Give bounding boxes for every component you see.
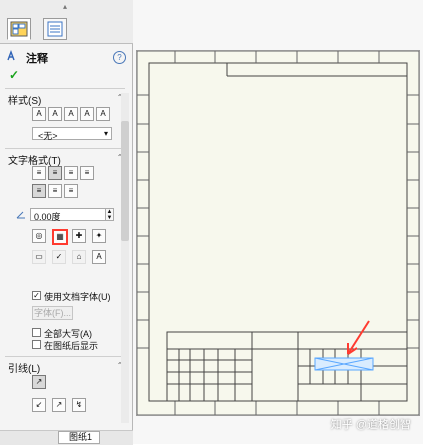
panel-title: 注释 [26, 53, 48, 65]
property-manager-icon [10, 21, 28, 37]
symbol-lock-icon: ✦ [95, 231, 103, 240]
align-right-icon: ≡ [68, 168, 74, 177]
leader-spline-icon: ↯ [75, 400, 83, 409]
disabled-icon: ✓ [55, 252, 63, 261]
disabled-tool-button: ▭ [32, 250, 46, 264]
angle-value: 0.00度 [34, 212, 61, 222]
link-icon: ◎ [35, 231, 43, 240]
section-divider [5, 88, 125, 89]
use-doc-font-checkbox[interactable]: ✓ [32, 291, 41, 300]
align-middle-icon: ≡ [52, 186, 58, 195]
align-bottom-icon: ≡ [68, 186, 74, 195]
style-update-button[interactable]: A [48, 107, 62, 121]
style-dropdown-value: <无> [38, 131, 58, 141]
drawing-sheet [136, 50, 420, 416]
vertical-align-bottom-button[interactable]: ≡ [64, 184, 78, 198]
tab-strip: ▴ [0, 0, 133, 44]
align-center-icon: ≡ [52, 168, 58, 177]
show-after-sheet-label: 在图纸后显示 [44, 341, 99, 351]
angle-spin-buttons[interactable]: ▲ ▼ [106, 208, 114, 221]
leader-spline-button[interactable]: ↯ [72, 398, 86, 412]
sheet-tab-label: 图纸1 [69, 432, 93, 442]
link-to-property-button[interactable]: ▦ [52, 229, 68, 245]
property-link-icon: ▦ [56, 232, 64, 241]
text-format-section-title: 文字格式(T) [8, 156, 61, 167]
style-add-button[interactable]: A [32, 107, 46, 121]
show-after-sheet-checkbox[interactable] [32, 340, 41, 349]
style-save-button[interactable]: A [80, 107, 94, 121]
panel-grip-icon[interactable]: ▴ [58, 3, 72, 11]
title-block-drawing [136, 50, 420, 416]
leader-style-button[interactable]: ↗ [32, 375, 46, 389]
font-button[interactable]: 字体(F)... [32, 306, 73, 320]
help-icon[interactable]: ? [113, 51, 126, 64]
leader-straight-button[interactable]: ↙ [32, 398, 46, 412]
align-justify-button[interactable]: ≡ [80, 166, 94, 180]
align-right-button[interactable]: ≡ [64, 166, 78, 180]
chevron-down-icon: ▾ [103, 129, 108, 138]
symbol-icon: ✚ [75, 231, 83, 240]
configuration-manager-icon [47, 21, 63, 37]
add-symbol-button[interactable]: ✚ [72, 229, 86, 243]
style-icon: A [84, 109, 90, 118]
style-delete-button[interactable]: A [64, 107, 78, 121]
drawing-canvas[interactable]: 知乎 @道格创智 [133, 0, 423, 444]
disabled-tool-button: ⌂ [72, 250, 86, 264]
style-icon: A [68, 109, 74, 118]
all-caps-checkbox[interactable] [32, 328, 41, 337]
style-icon: A [52, 109, 58, 118]
property-header: 注释 ? [6, 49, 126, 65]
style-icon: A [100, 109, 106, 118]
leader-straight-icon: ↙ [35, 400, 43, 409]
watermark: 知乎 @道格创智 [330, 419, 411, 431]
sheet-tab[interactable]: 图纸1 [58, 431, 100, 444]
align-left-icon: ≡ [36, 168, 42, 177]
style-load-button[interactable]: A [96, 107, 110, 121]
angle-icon [16, 211, 25, 219]
insert-link-button[interactable]: ◎ [32, 229, 46, 243]
vertical-align-top-button[interactable]: ≡ [32, 184, 46, 198]
stack-icon: A [96, 252, 102, 261]
use-doc-font-label: 使用文档字体(U) [44, 292, 111, 302]
angle-input[interactable]: 0.00度 [30, 208, 106, 222]
disabled-icon: ▭ [35, 252, 43, 261]
lock-symbol-button[interactable]: ✦ [92, 229, 106, 243]
style-section-title: 样式(S) [8, 96, 42, 107]
disabled-tool-button: ✓ [52, 250, 66, 264]
disabled-icon: ⌂ [76, 252, 82, 261]
section-divider [5, 356, 125, 357]
align-justify-icon: ≡ [84, 168, 90, 177]
stack-text-button[interactable]: A [92, 250, 106, 264]
align-top-icon: ≡ [36, 186, 42, 195]
vertical-align-middle-button[interactable]: ≡ [48, 184, 62, 198]
style-icon: A [36, 109, 42, 118]
section-divider [5, 148, 125, 149]
annotation-icon [7, 50, 15, 61]
align-center-button[interactable]: ≡ [48, 166, 62, 180]
property-panel: ▴ 注释 ? ✓ 样式(S) ⌃ A A A A A <无> ▾ 文字格式(T)… [0, 0, 133, 445]
accept-check-icon[interactable]: ✓ [9, 68, 19, 82]
leader-icon: ↗ [35, 377, 43, 386]
tab-property-manager[interactable] [7, 18, 31, 40]
panel-scrollbar-thumb[interactable] [121, 121, 129, 241]
tab-configuration-manager[interactable] [43, 18, 67, 40]
leader-section-title: 引线(L) [8, 364, 41, 375]
style-dropdown[interactable]: <无> ▾ [32, 127, 112, 141]
align-left-button[interactable]: ≡ [32, 166, 46, 180]
leader-bent-icon: ↗ [55, 400, 63, 409]
leader-bent-button[interactable]: ↗ [52, 398, 66, 412]
